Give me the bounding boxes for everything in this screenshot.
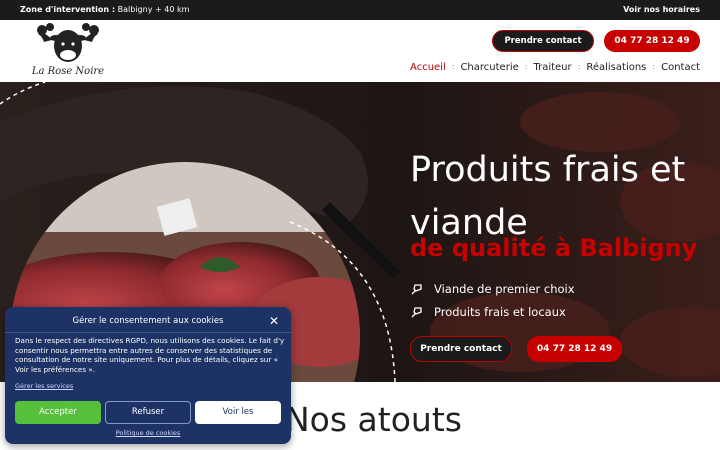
feature-item: Viande de premier choix bbox=[410, 282, 575, 296]
cleaver-icon bbox=[411, 307, 422, 318]
cookie-policy-link[interactable]: Politique de cookies bbox=[5, 429, 291, 437]
hours-link[interactable]: Voir nos horaires bbox=[623, 0, 700, 20]
hero-subtitle: de qualité à Balbigny bbox=[410, 234, 698, 262]
manage-services-link[interactable]: Gérer les services bbox=[15, 382, 73, 390]
feature-item: Produits frais et locaux bbox=[410, 305, 566, 319]
refuse-button[interactable]: Refuser bbox=[105, 401, 191, 424]
nav-traiteur[interactable]: Traiteur bbox=[533, 62, 571, 73]
cow-logo-icon bbox=[37, 23, 99, 62]
section-title: Nos atouts bbox=[285, 400, 462, 439]
nav-realisations[interactable]: Réalisations bbox=[586, 62, 646, 73]
feature-label: Produits frais et locaux bbox=[434, 305, 566, 319]
site-header: La Rose Noire Prendre contact 04 77 28 1… bbox=[0, 20, 720, 82]
cleaver-icon bbox=[411, 284, 422, 295]
header-phone-button[interactable]: 04 77 28 12 49 bbox=[604, 30, 700, 52]
hero-phone-button[interactable]: 04 77 28 12 49 bbox=[527, 336, 622, 362]
cookie-consent-dialog: Gérer le consentement aux cookies ✕ Dans… bbox=[5, 307, 291, 444]
service-zone: Zone d'intervention : Balbigny + 40 km bbox=[20, 5, 190, 14]
logo-text: La Rose Noire bbox=[31, 66, 105, 77]
cookie-title: Gérer le consentement aux cookies bbox=[72, 316, 224, 326]
feature-label: Viande de premier choix bbox=[434, 282, 575, 296]
hero-contact-button[interactable]: Prendre contact bbox=[410, 336, 512, 362]
site-logo[interactable]: La Rose Noire bbox=[22, 22, 114, 80]
nav-contact[interactable]: Contact bbox=[661, 62, 700, 73]
main-nav: Accueil : Charcuterie : Traiteur : Réali… bbox=[410, 62, 700, 73]
nav-accueil[interactable]: Accueil bbox=[410, 62, 446, 73]
preferences-button[interactable]: Voir les préférences bbox=[195, 401, 281, 438]
cookie-text: Dans le respect des directives RGPD, nou… bbox=[15, 336, 285, 374]
accept-button[interactable]: Accepter bbox=[15, 401, 101, 424]
nav-charcuterie[interactable]: Charcuterie bbox=[460, 62, 518, 73]
divider bbox=[5, 332, 291, 333]
close-icon[interactable]: ✕ bbox=[269, 314, 279, 328]
top-bar: Zone d'intervention : Balbigny + 40 km V… bbox=[0, 0, 720, 20]
header-contact-button[interactable]: Prendre contact bbox=[492, 30, 594, 52]
